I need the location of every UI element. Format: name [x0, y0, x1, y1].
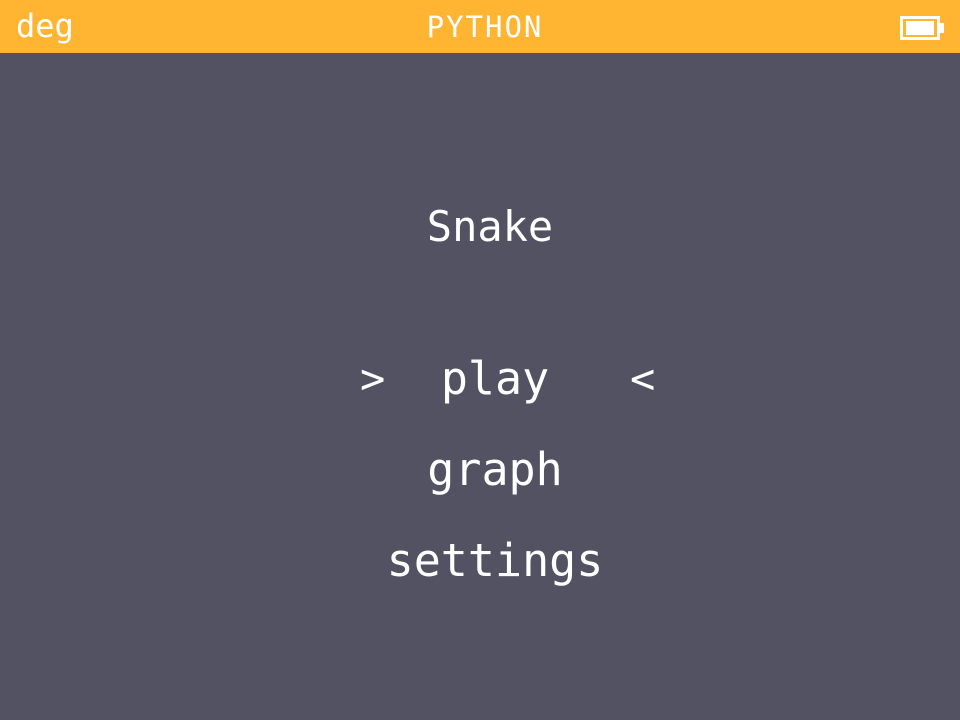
app-title: PYTHON — [426, 10, 544, 44]
menu-item-play[interactable]: play — [0, 351, 960, 407]
game-title: Snake — [426, 202, 554, 251]
menu-item-settings[interactable]: settings — [0, 533, 960, 589]
battery-full-icon — [900, 16, 945, 40]
python-app-screen: Snake > play < graph settings — [0, 53, 960, 720]
menu-item-graph[interactable]: graph — [0, 442, 960, 498]
menu-selector-right: < — [630, 354, 656, 403]
status-bar: deg PYTHON — [0, 0, 960, 53]
